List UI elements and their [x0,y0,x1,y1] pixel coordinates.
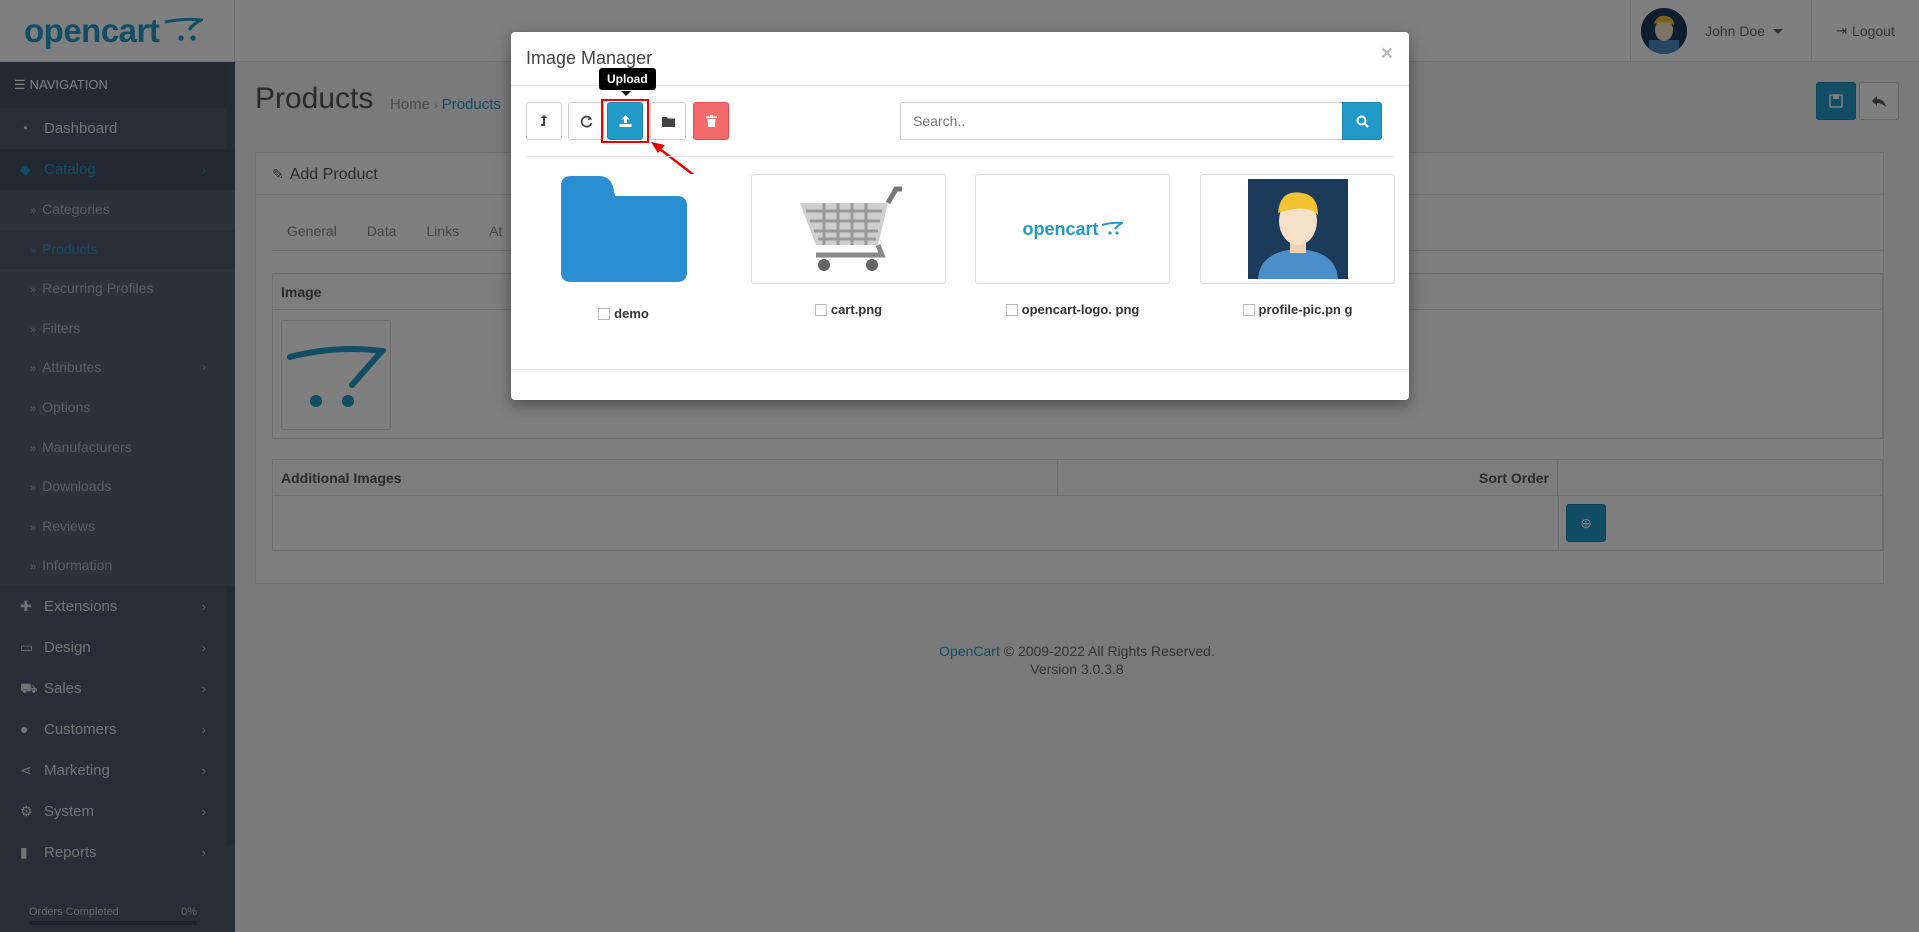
file-item-profile-pic[interactable]: profile-pic.pn g [1200,174,1395,317]
cart-image-icon [799,186,902,271]
profile-pic-thumb[interactable] [1200,174,1395,284]
folder-icon [560,176,687,282]
file-item-demo[interactable]: demo [526,174,721,321]
file-checkbox[interactable] [814,303,827,316]
file-checkbox[interactable] [1005,303,1018,316]
search-group [900,102,1382,140]
modal-title: Image Manager [526,48,653,68]
search-input[interactable] [900,102,1342,140]
search-button[interactable] [1342,102,1382,140]
file-checkbox[interactable] [1242,303,1255,316]
opencart-logo-thumb[interactable]: opencart [975,174,1170,284]
search-icon [1356,115,1369,128]
close-button[interactable]: × [1381,42,1393,66]
file-item-opencart-logo[interactable]: opencart opencart-logo. png [975,174,1170,317]
cart-thumb[interactable] [751,174,946,284]
file-checkbox[interactable] [598,307,611,320]
folder-thumb[interactable] [526,174,721,284]
profile-avatar-icon [1247,179,1348,279]
file-item-cart[interactable]: cart.png [751,174,946,317]
image-manager-modal: Image Manager × Upload Search.. demo car… [511,32,1409,400]
logo-cart-icon [1101,221,1123,235]
opencart-logo-text: opencart [1022,218,1099,239]
